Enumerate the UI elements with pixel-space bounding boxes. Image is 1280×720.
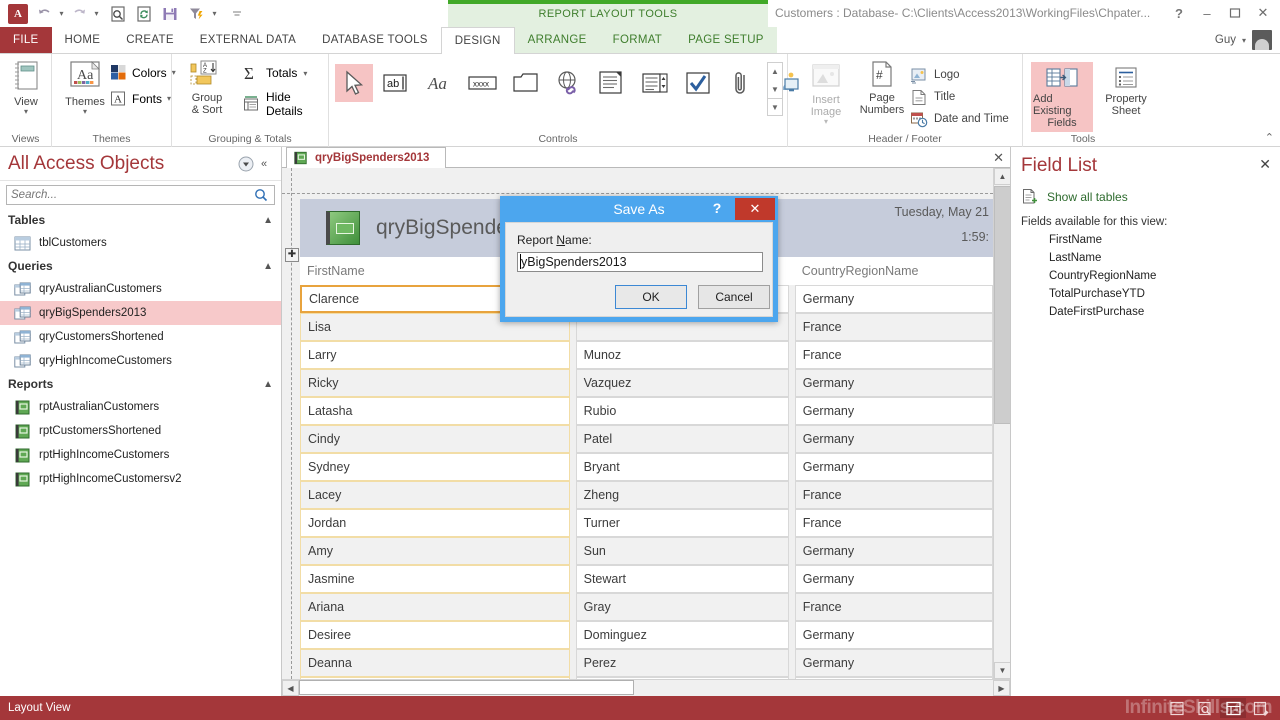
dialog-close-button[interactable]: ✕: [735, 198, 775, 220]
print-preview-button[interactable]: [1192, 698, 1218, 718]
dialog-title-bar: Save As ? ✕: [500, 196, 778, 222]
report-name-label-pre: Report: [517, 233, 557, 247]
status-bar: Layout View InfiniteSkills.com: [0, 696, 1280, 720]
report-name-label-post: ame:: [565, 233, 592, 247]
view-shortcut-buttons: [1164, 698, 1280, 718]
status-view-label: Layout View: [8, 702, 71, 714]
ok-button[interactable]: OK: [615, 285, 687, 309]
report-name-input[interactable]: [517, 252, 763, 272]
save-as-dialog: Save As ? ✕ Report Name: OK Cancel: [500, 196, 778, 322]
report-view-button[interactable]: [1164, 698, 1190, 718]
dialog-help-button[interactable]: ?: [708, 199, 726, 217]
dialog-title: Save As: [613, 201, 665, 217]
access-application-window: REPORT LAYOUT TOOLS A ▾ ▾ ▾ Customers: …: [0, 0, 1280, 720]
report-name-label: Report Name:: [517, 233, 592, 247]
layout-view-button[interactable]: [1220, 698, 1246, 718]
report-name-label-accel: N: [556, 233, 566, 247]
cancel-button[interactable]: Cancel: [698, 285, 770, 309]
dialog-body: Report Name: OK Cancel: [505, 222, 773, 317]
text-cursor: [520, 254, 521, 269]
design-view-button[interactable]: [1248, 698, 1274, 718]
modal-overlay: Save As ? ✕ Report Name: OK Cancel: [0, 0, 1280, 720]
